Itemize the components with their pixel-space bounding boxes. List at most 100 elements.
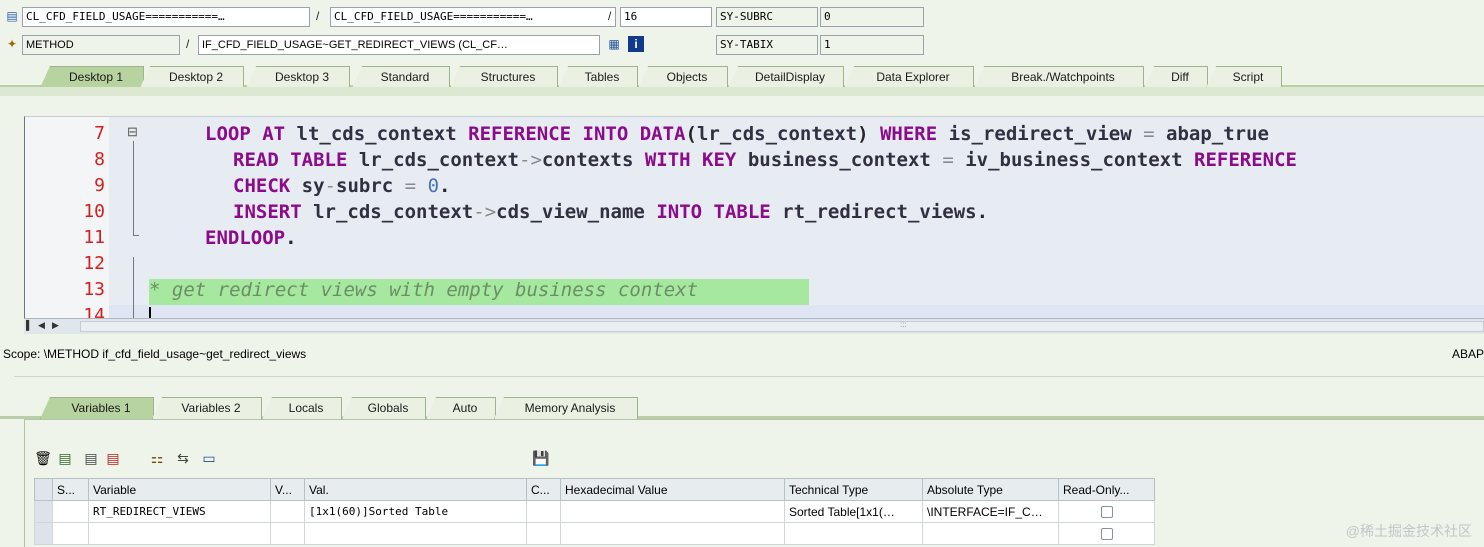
column-header[interactable]: Variable bbox=[88, 478, 271, 501]
variables-grid: S... Variable V... Val. C... Hexadecimal… bbox=[34, 478, 1484, 545]
delete-icon[interactable]: 🗑 bbox=[34, 448, 52, 468]
absolute-type-cell[interactable] bbox=[922, 522, 1059, 545]
hex-value-cell[interactable] bbox=[560, 522, 785, 545]
text-caret bbox=[149, 307, 151, 318]
status-cell[interactable] bbox=[52, 522, 89, 545]
change-cell[interactable] bbox=[526, 522, 561, 545]
tab-data-explorer[interactable]: Data Explorer bbox=[844, 66, 974, 88]
read-only-checkbox[interactable] bbox=[1100, 506, 1113, 519]
tab-locals[interactable]: Locals bbox=[262, 397, 342, 419]
tab-desktop-1[interactable]: Desktop 1 bbox=[40, 66, 144, 88]
technical-type-cell[interactable] bbox=[784, 522, 923, 545]
tab-detaildisplay[interactable]: DetailDisplay bbox=[728, 66, 844, 88]
code-line-9: CHECK sy-subrc = 0. bbox=[233, 175, 451, 197]
separator-slash: / bbox=[608, 9, 612, 23]
table-row[interactable] bbox=[34, 522, 1484, 545]
value-cell[interactable]: [1x1(60)]Sorted Table bbox=[304, 500, 527, 523]
include-field[interactable]: CL_CFD_FIELD_USAGE===========… bbox=[330, 7, 616, 27]
row-filler bbox=[1154, 500, 1484, 523]
read-only-cell[interactable] bbox=[1058, 522, 1155, 545]
tab-structures[interactable]: Structures bbox=[450, 66, 558, 88]
line-number: 10 bbox=[83, 201, 105, 222]
visibility-cell[interactable] bbox=[270, 522, 305, 545]
event-field[interactable]: IF_CFD_FIELD_USAGE~GET_REDIRECT_VIEWS (C… bbox=[198, 35, 600, 55]
change-cell[interactable] bbox=[526, 500, 561, 523]
tab-auto[interactable]: Auto bbox=[426, 397, 496, 419]
row-selector-header[interactable] bbox=[34, 478, 53, 501]
tab-objects[interactable]: Objects bbox=[638, 66, 728, 88]
sysfield-name-2: SY-TABIX bbox=[716, 35, 818, 55]
read-only-cell[interactable] bbox=[1058, 500, 1155, 523]
hierarchy-icon[interactable]: ⚏ bbox=[148, 448, 166, 468]
tab-variables-2[interactable]: Variables 2 bbox=[152, 397, 262, 419]
info-icon[interactable]: i bbox=[628, 36, 644, 52]
source-code-editor[interactable]: 7 8 9 10 11 12 13 14 ⊟ LOOP AT lt_cds_co… bbox=[24, 116, 1484, 318]
tab-standard[interactable]: Standard bbox=[352, 66, 450, 88]
scope-bar: Scope: \METHOD if_cfd_field_usage~get_re… bbox=[0, 343, 1484, 365]
save-icon[interactable]: 💾 bbox=[532, 448, 550, 468]
absolute-type-cell[interactable]: \INTERFACE=IF_C… bbox=[922, 500, 1059, 523]
value-cell[interactable] bbox=[304, 522, 527, 545]
scrollbar-thumb[interactable] bbox=[80, 321, 1484, 332]
fold-guide-line bbox=[133, 257, 134, 318]
variables-tabstrip: Variables 1 Variables 2 Locals Globals A… bbox=[0, 395, 1484, 419]
status-cell[interactable] bbox=[52, 500, 89, 523]
tab-desktop-2[interactable]: Desktop 2 bbox=[140, 66, 244, 88]
code-line-10: INSERT lr_cds_context->cds_view_name INT… bbox=[233, 201, 989, 223]
header-row-program: ▤ CL_CFD_FIELD_USAGE===========… / CL_CF… bbox=[0, 5, 1484, 29]
current-line-highlight bbox=[109, 305, 1484, 318]
scroll-left-icon[interactable]: ◀ bbox=[38, 320, 45, 331]
code-line-11: ENDLOOP. bbox=[205, 227, 297, 249]
sysfield-name-text: SY-SUBRC bbox=[720, 10, 773, 23]
table-append-icon[interactable]: ▤ bbox=[56, 448, 74, 468]
tab-memory-analysis[interactable]: Memory Analysis bbox=[494, 397, 638, 419]
separator-slash: / bbox=[316, 9, 320, 23]
fold-collapse-icon[interactable]: ⊟ bbox=[127, 124, 139, 140]
scroll-right-icon[interactable]: ▶ bbox=[52, 320, 59, 331]
line-number: 11 bbox=[83, 227, 105, 248]
read-only-checkbox[interactable] bbox=[1100, 528, 1113, 541]
column-header[interactable]: Technical Type bbox=[784, 478, 923, 501]
technical-type-cell[interactable]: Sorted Table[1x1(… bbox=[784, 500, 923, 523]
line-value: 16 bbox=[624, 10, 638, 23]
tab-globals[interactable]: Globals bbox=[342, 397, 426, 419]
folder-icon[interactable]: ▭ bbox=[200, 448, 218, 468]
column-header[interactable]: C... bbox=[526, 478, 561, 501]
line-field[interactable]: 16 bbox=[620, 7, 712, 27]
column-header[interactable]: Read-Only... bbox=[1058, 478, 1155, 501]
event-type-value: METHOD bbox=[26, 39, 74, 51]
transfer-icon[interactable]: ⇆ bbox=[174, 448, 192, 468]
table-delete-row-icon[interactable]: ▤ bbox=[104, 448, 122, 468]
program-field[interactable]: CL_CFD_FIELD_USAGE===========… bbox=[22, 7, 310, 27]
table-row[interactable]: RT_REDIRECT_VIEWS [1x1(60)]Sorted Table … bbox=[34, 500, 1484, 523]
row-selector[interactable] bbox=[34, 522, 53, 545]
column-header[interactable]: Absolute Type bbox=[922, 478, 1059, 501]
visibility-cell[interactable] bbox=[270, 500, 305, 523]
code-line-8: READ TABLE lr_cds_context->contexts WITH… bbox=[233, 149, 1297, 171]
hex-value-cell[interactable] bbox=[560, 500, 785, 523]
variable-cell[interactable]: RT_REDIRECT_VIEWS bbox=[88, 500, 271, 523]
table-insert-icon[interactable]: ▤ bbox=[82, 448, 100, 468]
scope-text: Scope: \METHOD if_cfd_field_usage~get_re… bbox=[3, 347, 307, 361]
tab-variables-1[interactable]: Variables 1 bbox=[40, 397, 154, 419]
column-header[interactable]: Hexadecimal Value bbox=[560, 478, 785, 501]
line-number: 14 bbox=[83, 305, 105, 318]
tab-tables[interactable]: Tables bbox=[558, 66, 638, 88]
column-header[interactable]: V... bbox=[270, 478, 305, 501]
row-selector[interactable] bbox=[34, 500, 53, 523]
display-source-icon[interactable]: ▦ bbox=[606, 36, 622, 52]
column-header[interactable]: Val. bbox=[304, 478, 527, 501]
code-line-7: LOOP AT lt_cds_context REFERENCE INTO DA… bbox=[205, 123, 1269, 145]
tab-script[interactable]: Script bbox=[1206, 66, 1282, 88]
tab-desktop-3[interactable]: Desktop 3 bbox=[246, 66, 350, 88]
tab-break-watchpoints[interactable]: Break./Watchpoints bbox=[974, 66, 1144, 88]
tab-diff[interactable]: Diff bbox=[1144, 66, 1208, 88]
splitter[interactable] bbox=[14, 376, 1484, 377]
scroll-start-icon[interactable]: ▌ bbox=[26, 320, 32, 330]
variable-cell[interactable] bbox=[88, 522, 271, 545]
sysfield-value-2: 1 bbox=[820, 35, 924, 55]
event-value: IF_CFD_FIELD_USAGE~GET_REDIRECT_VIEWS (C… bbox=[202, 39, 508, 51]
editor-horizontal-scrollbar[interactable]: ▌ ◀ ▶ ::: bbox=[24, 318, 1484, 334]
column-header[interactable]: S... bbox=[52, 478, 89, 501]
sysfield-value-text: 1 bbox=[824, 38, 831, 51]
